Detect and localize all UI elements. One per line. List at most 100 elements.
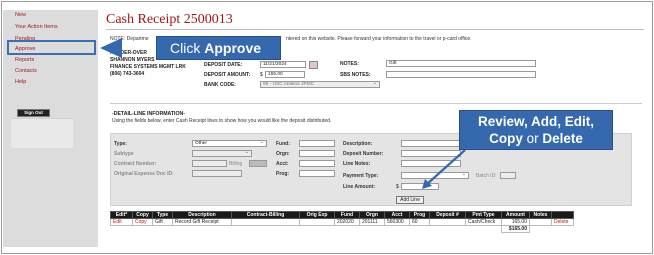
contact-phone: (806) 743-3604 [110,71,145,77]
bank-code-label: BANK CODE: [204,82,236,88]
callout-review-line2: Copy or Delete [460,130,612,147]
fund-label: Fund: [276,141,290,147]
fund-field[interactable] [299,140,335,147]
sign-out-button[interactable]: Sign Out [17,109,50,117]
col-orgn: Orgn [359,211,385,219]
deposit-date-field[interactable]: 11/21/2024 [260,61,306,68]
subtype-label: Subtype [114,151,134,157]
contract-number-label: Contract Number: [114,161,157,167]
cell-type: Gift [152,218,173,226]
callout-review-copy: Copy [489,131,523,146]
callout-approve-prefix: Click [170,40,205,56]
sidebar-item-contacts[interactable]: Contacts [15,68,37,74]
chevron-down-icon: ⌄ [244,149,249,155]
total-spacer-right [530,226,574,233]
billing-label: Billing [229,161,243,167]
sbs-notes-label: SBS NOTES: [340,72,371,78]
deposit-amount-label: DEPOSIT AMOUNT: [204,72,251,78]
bank-code-value: 95 - HSC Abilene JPMC [263,82,315,87]
col-notes: Notes [529,211,552,219]
sidebar-item-help[interactable]: Help [15,79,26,85]
add-line-button[interactable]: Add Line [396,196,424,204]
type-label: Type: [114,141,127,147]
callout-review-or: or [522,131,543,146]
detail-section-heading: -DETAIL-LINE INFORMATION- [112,111,185,117]
approve-highlight-box [7,40,96,55]
bank-code-select[interactable]: 95 - HSC Abilene JPMC ⌄ [260,81,380,88]
callout-review-add-edit: Review, Add, Edit, Copy or Delete [459,110,613,150]
callout-review-line1: Review, Add, Edit, [477,114,594,129]
cell-description: Record Gift Receipt [172,218,232,226]
col-prog: Prog [409,211,430,219]
table-header-row: Edit* Copy Type Description Contract-Bil… [110,211,574,219]
line-amount-currency: $ [396,184,399,190]
type-select[interactable]: Other ⌄ [192,140,267,147]
cell-fund: 202020 [334,218,360,226]
detail-instructions: Using the fields below, enter Cash Recei… [112,118,332,124]
chevron-down-icon: ⌄ [372,80,377,86]
calendar-icon[interactable] [309,61,318,69]
table-total-row: $165.00 [111,225,574,233]
table-row: Edit Copy Gift Record Gift Receipt 20202… [110,218,574,226]
edit-link[interactable]: Edit [110,218,133,226]
col-type: Type [152,211,173,219]
cell-pmt-type: Cash/Check [465,218,502,226]
batch-id-field[interactable] [500,172,516,179]
billing-field[interactable] [249,160,267,167]
cell-deposit-number [429,218,466,226]
type-value: Other [195,141,207,146]
col-copy: Copy [132,211,153,219]
orig-expense-doc-label: Original Expense Doc ID: [114,171,174,177]
col-amount: Amount [501,211,530,219]
total-spacer [111,226,502,233]
col-description: Description [172,211,232,219]
deposit-amount-field[interactable]: 165.00 [265,71,305,78]
col-orig-exp: Orig Exp [299,211,335,219]
sidebar-panel [11,118,73,148]
prog-label: Prog: [276,171,290,177]
orgn-field[interactable] [299,150,335,157]
col-edit: Edit* [110,211,133,219]
col-acct: Acct [384,211,410,219]
description-field[interactable] [401,140,461,147]
description-label: Description: [343,141,373,147]
contact-dept: FINANCE SYSTEMS MGMT LRK [110,64,186,70]
orgn-label: Orgn: [276,151,290,157]
col-pmt-type: Pmt Type [465,211,502,219]
sidebar-item-action-items[interactable]: Your Action Items [15,24,58,30]
sidebar-item-reports[interactable]: Reports [15,57,34,63]
acct-label: Acct: [276,161,289,167]
sidebar-item-new[interactable]: New [15,12,26,18]
subtype-select[interactable]: ⌄ [192,150,252,157]
notes-field[interactable]: Gift [386,60,536,67]
section-divider [110,103,642,104]
table-total: $165.00 [501,225,530,233]
cell-notes [529,218,552,226]
contract-number-field[interactable] [192,160,227,167]
detail-lines-table: Edit* Copy Type Description Contract-Bil… [110,211,574,233]
deposit-number-label: Deposit Number: [343,151,384,157]
delete-link[interactable]: Delete [551,218,574,226]
cell-contract-billing [231,218,300,226]
callout-click-approve: Click Approve [156,36,281,60]
page-title: Cash Receipt 2500013 [106,12,233,27]
col-deposit-number: Deposit # [429,211,466,219]
sbs-notes-field[interactable] [386,71,536,78]
cell-amount: 165.00 [501,218,530,226]
note-text-continued: ntered on this website. Please forward y… [286,36,472,42]
cell-prog: 60 [409,218,430,226]
cell-acct: 560300 [384,218,410,226]
callout-review-delete: Delete [542,131,583,146]
title-divider [106,29,644,30]
cell-orig-exp [299,218,335,226]
acct-field[interactable] [299,160,335,167]
line-notes-label: Line Notes: [343,161,371,167]
callout-arrow-left-icon [100,38,122,58]
prog-field[interactable] [299,170,335,177]
line-amount-label: Line Amount: [343,184,376,190]
orig-expense-doc-field[interactable] [192,170,242,177]
copy-link[interactable]: Copy [132,218,153,226]
col-fund: Fund [334,211,360,219]
cell-orgn: 201111 [359,218,385,226]
notes-label: NOTES: [340,61,359,67]
